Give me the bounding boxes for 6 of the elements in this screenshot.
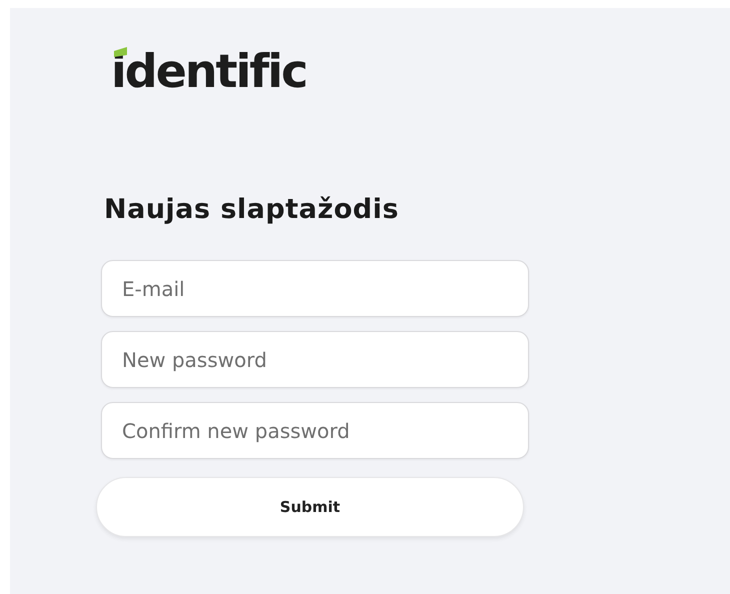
submit-button[interactable]: Submit [96,477,524,538]
page-heading: Naujas slaptažodis [104,194,400,226]
email-field[interactable]: E-mail [101,260,529,318]
logo: identific [111,48,306,94]
password-field[interactable]: Confirm new password [101,402,529,460]
password-field[interactable]: New password [101,331,529,388]
